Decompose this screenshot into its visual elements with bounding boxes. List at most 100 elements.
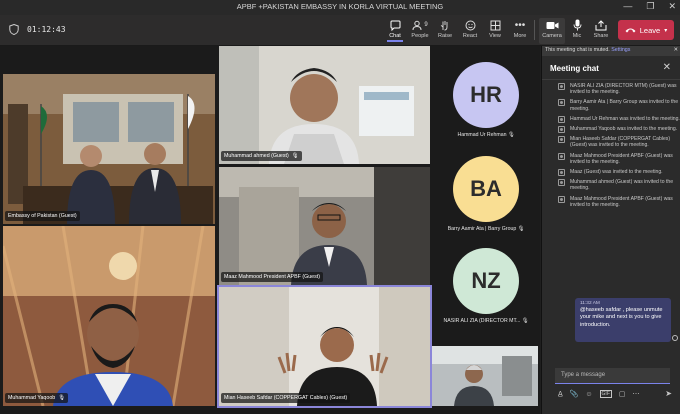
grid-view-icon (482, 18, 508, 32)
more-options-icon[interactable]: ⋯ (633, 390, 640, 398)
close-chat-icon[interactable]: ✕ (663, 62, 671, 73)
mic-off-icon: 🎙 (517, 226, 525, 232)
window-title: APBF +PAKISTAN EMBASSY IN KORLA VIRTUAL … (236, 2, 444, 11)
send-icon[interactable]: ➤ (665, 389, 672, 398)
avatar: HR (453, 62, 519, 128)
minimize-button[interactable]: — (623, 1, 632, 12)
more-button[interactable]: ••• More (507, 18, 533, 40)
participant-name-label: Muhammad ahmed (Guest) 🎙 (221, 151, 302, 161)
chat-event-list: NASIR ALI ZIA (DIRECTOR MTM) (Guest) was… (556, 83, 680, 212)
avatar-tile-barry[interactable]: BA Barry Aamir Ata | Barry Group 🎙 (432, 154, 540, 244)
mic-label: Mic (572, 33, 582, 39)
participant-name-label: Muhammad Yaqoob 🎙 (5, 393, 68, 403)
self-view-video[interactable] (432, 346, 538, 406)
more-icon: ••• (514, 19, 526, 31)
meeting-toolbar: 01:12:43 Chat 9 People Raise React View … (0, 15, 680, 46)
chat-muted-notice: This meeting chat is muted. Settings ✕ (542, 46, 680, 56)
restore-button[interactable]: ❐ (646, 1, 654, 12)
raise-label: Raise (437, 33, 453, 39)
list-item: NASIR ALI ZIA (DIRECTOR MTM) (Guest) was… (556, 83, 680, 95)
sticker-icon[interactable]: ▢ (619, 390, 626, 398)
participant-name-label: Embassy of Pakistan (Guest) (5, 211, 80, 221)
list-item: Muhammad ahmed (Guest) was invited to th… (556, 179, 680, 191)
meeting-timer: 01:12:43 (27, 25, 66, 34)
chevron-down-icon[interactable]: ▾ (664, 27, 667, 34)
person-added-icon (558, 179, 565, 187)
people-button[interactable]: 9 People (407, 18, 433, 39)
person-added-icon (558, 136, 565, 144)
emoji-icon[interactable]: ☺ (585, 391, 592, 398)
person-added-icon (558, 115, 565, 123)
mic-off-icon: 🎙 (291, 153, 299, 159)
compose-toolbar: A̲ 📎 ☺ GIF ▢ ⋯ (558, 390, 673, 398)
avatar-tile-hammad[interactable]: HR Hammad Ur Rehman 🎙 (432, 60, 540, 150)
raise-hand-button[interactable]: Raise (432, 18, 458, 39)
list-item: Mian Haseeb Safdar (COPPERGAT Cables) (G… (556, 136, 680, 148)
list-item: Maaz Mahmood President APBF (Guest) was … (556, 195, 680, 208)
list-item: Maaz Mahmood President APBF (Guest) was … (556, 152, 680, 165)
people-label: People (411, 33, 429, 39)
video-tile-muhammad-ahmed[interactable]: Muhammad ahmed (Guest) 🎙 (219, 46, 430, 164)
participant-name-label: Maaz Mahmood President APBF (Guest) (221, 272, 323, 282)
chat-message[interactable]: 11:32 AM @haseeb safdar , please unmute … (575, 298, 671, 342)
react-label: React (462, 33, 478, 39)
video-stage: Embassy of Pakistan (Guest) Muhammad ahm… (0, 46, 540, 414)
embassy-video-frame (3, 74, 215, 224)
read-receipt-icon (672, 335, 678, 341)
phone-hangup-icon (625, 28, 636, 33)
mic-off-icon: 🎙 (507, 132, 515, 138)
list-item: Muhammad Yaqoob was invited to the meeti… (556, 126, 680, 134)
participant-name-label: Barry Aamir Ata | Barry Group 🎙 (447, 226, 525, 232)
video-tile-muhammad-yaqoob[interactable]: Muhammad Yaqoob 🎙 (3, 226, 215, 406)
mic-off-icon: 🎙 (58, 395, 65, 401)
mic-off-icon: 🎙 (521, 318, 529, 324)
list-item: Hammad Ur Rehman was invited to the meet… (556, 115, 680, 123)
avatar: NZ (453, 248, 519, 314)
camera-label: Camera (542, 33, 562, 39)
view-label: View (489, 33, 501, 39)
people-icon: 9 (407, 18, 433, 32)
message-text: @haseeb safdar , please unmute your mike… (580, 307, 663, 328)
person-added-icon (558, 99, 565, 107)
avatar: BA (453, 156, 519, 222)
person-added-icon (558, 169, 565, 177)
share-label: Share (593, 33, 609, 39)
self-view-frame (432, 346, 538, 406)
smiley-icon (457, 18, 483, 32)
meeting-chat-panel: This meeting chat is muted. Settings ✕ M… (541, 46, 680, 414)
toolbar-divider (534, 20, 535, 40)
dismiss-notice-icon[interactable]: ✕ (674, 47, 678, 53)
gif-icon[interactable]: GIF (599, 390, 612, 398)
leave-button[interactable]: Leave ▾ (618, 20, 674, 40)
format-icon[interactable]: A̲ (558, 391, 563, 398)
more-label: More (513, 33, 527, 39)
chat-label: Chat (389, 33, 401, 39)
chat-header: Meeting chat ✕ (542, 58, 680, 80)
settings-link[interactable]: Settings (611, 47, 630, 53)
view-button[interactable]: View (482, 18, 508, 39)
person-added-icon (558, 195, 565, 203)
leave-label: Leave (639, 25, 661, 35)
maaz-video-frame (219, 167, 430, 285)
avatar-tile-nasir[interactable]: NZ NASIR ALI ZIA (DIRECTOR MT... 🎙 (432, 246, 540, 336)
camera-icon (539, 18, 565, 32)
participant-name-label: Mian Haseeb Safdar (COPPERGAT Cables) (G… (221, 393, 351, 403)
video-tile-haseeb[interactable]: Mian Haseeb Safdar (COPPERGAT Cables) (G… (217, 285, 432, 408)
react-button[interactable]: React (457, 18, 483, 39)
chat-title: Meeting chat (550, 64, 599, 73)
message-input[interactable]: Type a message (555, 368, 670, 384)
list-item: Barry Aamir Ata | Barry Group was invite… (556, 99, 680, 112)
attach-icon[interactable]: 📎 (570, 390, 579, 398)
share-tray-icon (588, 18, 614, 32)
mic-button[interactable]: Mic (564, 18, 590, 39)
participant-name-label: NASIR ALI ZIA (DIRECTOR MT... 🎙 (443, 318, 529, 324)
share-button[interactable]: Share (588, 18, 614, 39)
video-tile-maaz[interactable]: Maaz Mahmood President APBF (Guest) (219, 167, 430, 285)
close-window-button[interactable]: ✕ (668, 1, 676, 12)
video-tile-embassy[interactable]: Embassy of Pakistan (Guest) (3, 74, 215, 224)
chat-button[interactable]: Chat (382, 18, 408, 42)
camera-button[interactable]: Camera (539, 18, 565, 44)
shield-icon[interactable] (9, 24, 19, 35)
person-added-icon (558, 126, 565, 134)
person-added-icon (558, 152, 565, 160)
